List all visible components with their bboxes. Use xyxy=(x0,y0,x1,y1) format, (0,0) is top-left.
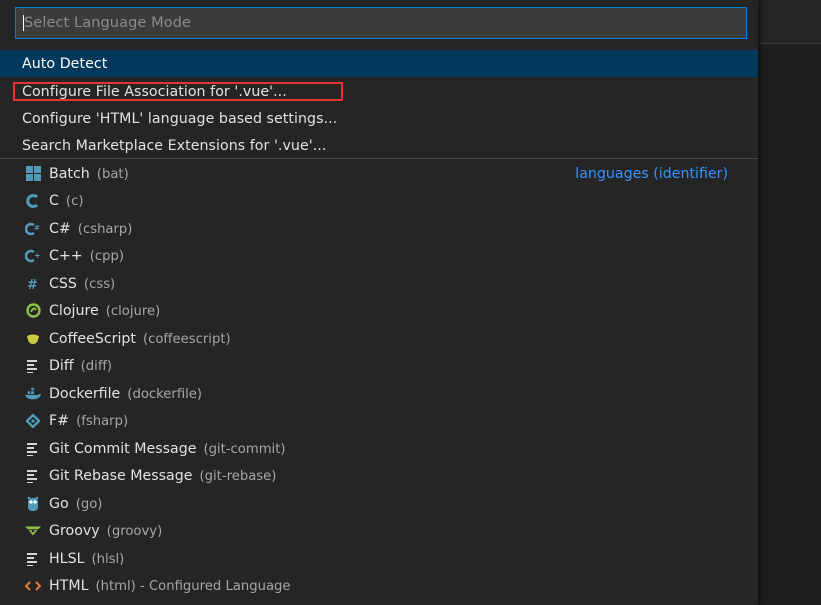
csharp-icon: # xyxy=(25,221,41,237)
option-label: Search Marketplace Extensions for '.vue'… xyxy=(22,137,327,154)
auto-detect-option[interactable]: Auto Detect xyxy=(0,50,758,77)
language-item-cpp[interactable]: + C++ (cpp) xyxy=(0,242,758,269)
language-item-coffeescript[interactable]: CoffeeScript (coffeescript) xyxy=(0,325,758,352)
lines-icon xyxy=(25,551,41,567)
language-identifier: (cpp) xyxy=(89,248,124,264)
configure-html-settings-option[interactable]: Configure 'HTML' language based settings… xyxy=(0,105,758,132)
language-name: CoffeeScript xyxy=(49,330,136,347)
language-name: Git Commit Message xyxy=(49,440,197,457)
language-item-css[interactable]: # CSS (css) xyxy=(0,270,758,297)
lines-icon xyxy=(25,468,41,484)
language-identifier: (go) xyxy=(75,496,103,512)
language-item-html[interactable]: HTML (html) - Configured Language xyxy=(0,572,758,599)
language-name: HLSL xyxy=(49,550,85,567)
language-identifier: (dockerfile) xyxy=(127,386,203,402)
coffee-icon xyxy=(25,331,41,347)
c-icon xyxy=(25,193,41,209)
group-label: languages (identifier) xyxy=(575,165,728,182)
groovy-icon xyxy=(25,523,41,539)
language-item-git-commit[interactable]: Git Commit Message (git-commit) xyxy=(0,435,758,462)
language-identifier: (git-rebase) xyxy=(199,468,277,484)
language-name: Diff xyxy=(49,357,74,374)
language-item-git-rebase[interactable]: Git Rebase Message (git-rebase) xyxy=(0,462,758,489)
language-identifier: (groovy) xyxy=(106,523,163,539)
lines-icon xyxy=(25,441,41,457)
language-identifier: (clojure) xyxy=(105,303,161,319)
language-name: C++ xyxy=(49,247,83,264)
language-identifier: (html) xyxy=(95,578,136,594)
editor-background xyxy=(758,44,821,605)
language-identifier: (diff) xyxy=(80,358,113,374)
language-item-c[interactable]: C (c) xyxy=(0,187,758,214)
cpp-icon: + xyxy=(25,248,41,264)
language-identifier: (csharp) xyxy=(77,221,133,237)
input-placeholder: Select Language Mode xyxy=(24,15,192,31)
language-item-go[interactable]: Go (go) xyxy=(0,490,758,517)
language-identifier: (hlsl) xyxy=(91,551,125,567)
language-name: Clojure xyxy=(49,302,99,319)
language-name: HTML xyxy=(49,577,89,594)
html-icon xyxy=(25,578,41,594)
language-item-clojure[interactable]: Clojure (clojure) xyxy=(0,297,758,324)
language-mode-quick-pick: Select Language Mode Auto Detect Configu… xyxy=(0,0,758,605)
language-identifier: (bat) xyxy=(96,166,129,182)
hash-icon: # xyxy=(25,276,41,292)
language-name: C xyxy=(49,192,59,209)
configure-file-association-option[interactable]: Configure File Association for '.vue'... xyxy=(0,78,758,105)
language-item-csharp[interactable]: # C# (csharp) xyxy=(0,215,758,242)
language-identifier: (c) xyxy=(65,193,84,209)
language-item-diff[interactable]: Diff (diff) xyxy=(0,352,758,379)
language-search-input[interactable]: Select Language Mode xyxy=(15,7,747,39)
option-label: Configure 'HTML' language based settings… xyxy=(22,110,338,127)
configured-language-note: - Configured Language xyxy=(135,578,291,594)
editor-tab-strip xyxy=(758,0,821,44)
language-name: Git Rebase Message xyxy=(49,467,193,484)
svg-text:#: # xyxy=(27,278,38,291)
search-marketplace-option[interactable]: Search Marketplace Extensions for '.vue'… xyxy=(0,132,758,159)
svg-text:+: + xyxy=(34,251,41,260)
docker-icon xyxy=(25,386,41,402)
list-separator xyxy=(0,158,758,159)
language-name: C# xyxy=(49,220,71,237)
language-identifier: (css) xyxy=(83,276,116,292)
language-item-hlsl[interactable]: HLSL (hlsl) xyxy=(0,545,758,572)
language-item-groovy[interactable]: Groovy (groovy) xyxy=(0,517,758,544)
fsharp-icon xyxy=(25,413,41,429)
windows-icon xyxy=(25,166,41,182)
clojure-icon xyxy=(25,303,41,319)
option-label: Auto Detect xyxy=(22,55,108,72)
svg-text:#: # xyxy=(34,224,40,232)
option-label: Configure File Association for '.vue'... xyxy=(22,83,287,100)
language-name: Go xyxy=(49,495,69,512)
language-item-fsharp[interactable]: F# (fsharp) xyxy=(0,407,758,434)
language-name: F# xyxy=(49,412,70,429)
language-item-dockerfile[interactable]: Dockerfile (dockerfile) xyxy=(0,380,758,407)
language-name: Groovy xyxy=(49,522,100,539)
language-identifier: (coffeescript) xyxy=(142,331,231,347)
language-name: Dockerfile xyxy=(49,385,121,402)
language-name: Batch xyxy=(49,165,90,182)
language-identifier: (fsharp) xyxy=(76,413,129,429)
language-item-batch[interactable]: Batch (bat) languages (identifier) xyxy=(0,160,758,187)
lines-icon xyxy=(25,358,41,374)
language-identifier: (git-commit) xyxy=(203,441,286,457)
language-name: CSS xyxy=(49,275,77,292)
go-icon xyxy=(25,496,41,512)
